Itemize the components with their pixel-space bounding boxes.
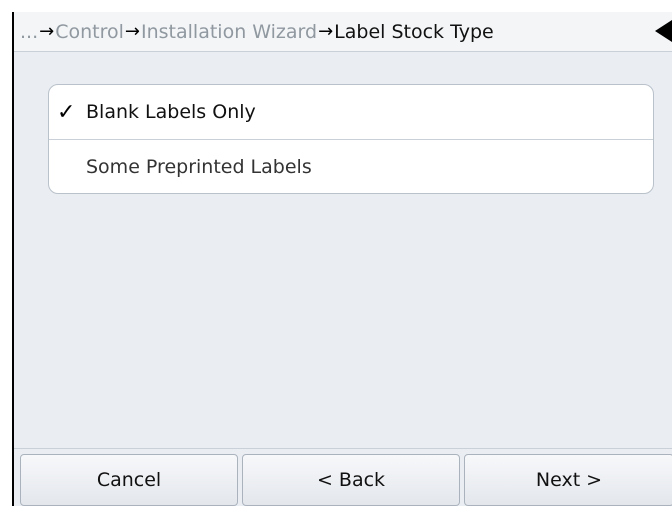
breadcrumb: ... → Control → Installation Wizard → La…: [14, 12, 672, 52]
option-some-preprinted-labels[interactable]: Some Preprinted Labels: [49, 139, 653, 193]
next-button[interactable]: Next >: [464, 454, 672, 506]
wizard-window: ... → Control → Installation Wizard → La…: [12, 12, 672, 506]
button-bar: Cancel < Back Next >: [14, 448, 672, 506]
cancel-button[interactable]: Cancel: [20, 454, 238, 506]
checkmark-icon: ✓: [57, 99, 76, 125]
triangle-left-icon[interactable]: [655, 20, 672, 42]
label-stock-options: ✓ Blank Labels Only Some Preprinted Labe…: [48, 84, 654, 194]
back-button[interactable]: < Back: [242, 454, 460, 506]
breadcrumb-item-installation-wizard[interactable]: Installation Wizard: [141, 21, 317, 43]
option-label: Blank Labels Only: [86, 101, 256, 123]
breadcrumb-ellipsis[interactable]: ...: [20, 21, 38, 43]
breadcrumb-separator-icon: →: [39, 21, 55, 42]
breadcrumb-separator-icon: →: [124, 21, 140, 42]
breadcrumb-separator-icon: →: [318, 21, 334, 42]
breadcrumb-current: Label Stock Type: [334, 20, 494, 43]
option-blank-labels-only[interactable]: ✓ Blank Labels Only: [49, 85, 653, 139]
breadcrumb-item-control[interactable]: Control: [55, 21, 124, 43]
option-label: Some Preprinted Labels: [86, 155, 312, 178]
